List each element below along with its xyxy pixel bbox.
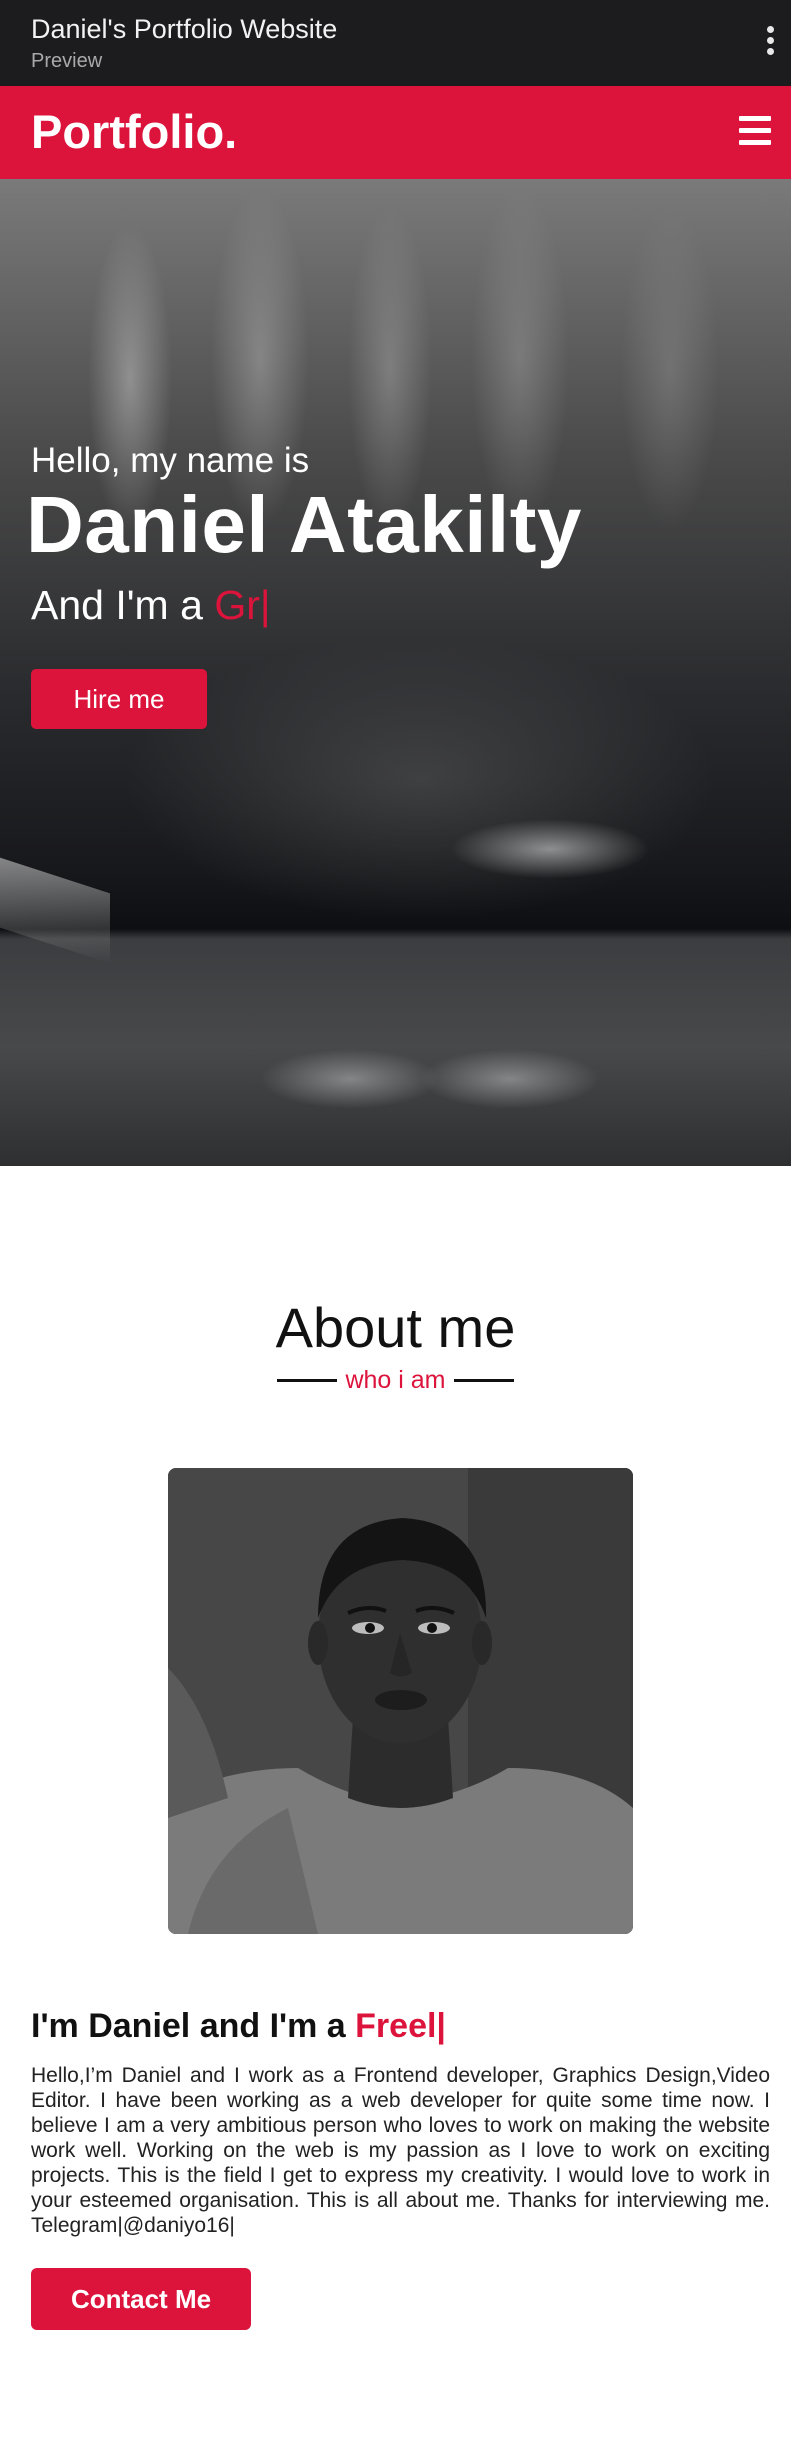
divider-line — [453, 1379, 514, 1382]
profile-photo — [168, 1468, 633, 1934]
about-bio: Hello,I’m Daniel and I work as a Fronten… — [31, 2064, 770, 2237]
hero-background-light — [420, 1049, 600, 1109]
hero-background-light — [260, 1049, 440, 1109]
hamburger-menu-icon[interactable] — [739, 116, 771, 146]
hero-section: Hello, my name is Daniel Atakilty And I'… — [0, 179, 791, 1166]
about-subtitle-text: who i am — [345, 1366, 446, 1394]
app-title: Daniel's Portfolio Website — [31, 14, 338, 44]
site-navbar: Portfolio. — [0, 86, 791, 179]
hero-greeting: Hello, my name is — [31, 441, 310, 480]
more-vert-icon[interactable] — [763, 26, 777, 60]
app-bar: Daniel's Portfolio Website Preview — [0, 0, 791, 86]
about-title: About me — [275, 1296, 516, 1359]
app-subtitle: Preview — [31, 50, 103, 72]
hero-name: Daniel Atakilty — [26, 480, 582, 569]
site-logo[interactable]: Portfolio. — [31, 104, 237, 159]
hero-background-shape — [0, 844, 110, 964]
contact-me-button[interactable]: Contact Me — [31, 2268, 251, 2330]
intro-typed: Freel| — [355, 2007, 446, 2045]
hero-role-typed: Gr| — [214, 582, 271, 628]
about-subtitle: who i am — [0, 1366, 791, 1395]
divider-line — [277, 1379, 338, 1382]
hero-background-light — [450, 819, 650, 879]
hero-role-prefix: And I'm a — [31, 582, 215, 628]
intro-prefix: I'm Daniel and I'm a — [31, 2007, 356, 2045]
hire-me-button[interactable]: Hire me — [31, 669, 207, 729]
intro-heading: I'm Daniel and I'm a Freel| — [31, 2007, 446, 2046]
hero-role: And I'm a Gr| — [31, 582, 271, 629]
